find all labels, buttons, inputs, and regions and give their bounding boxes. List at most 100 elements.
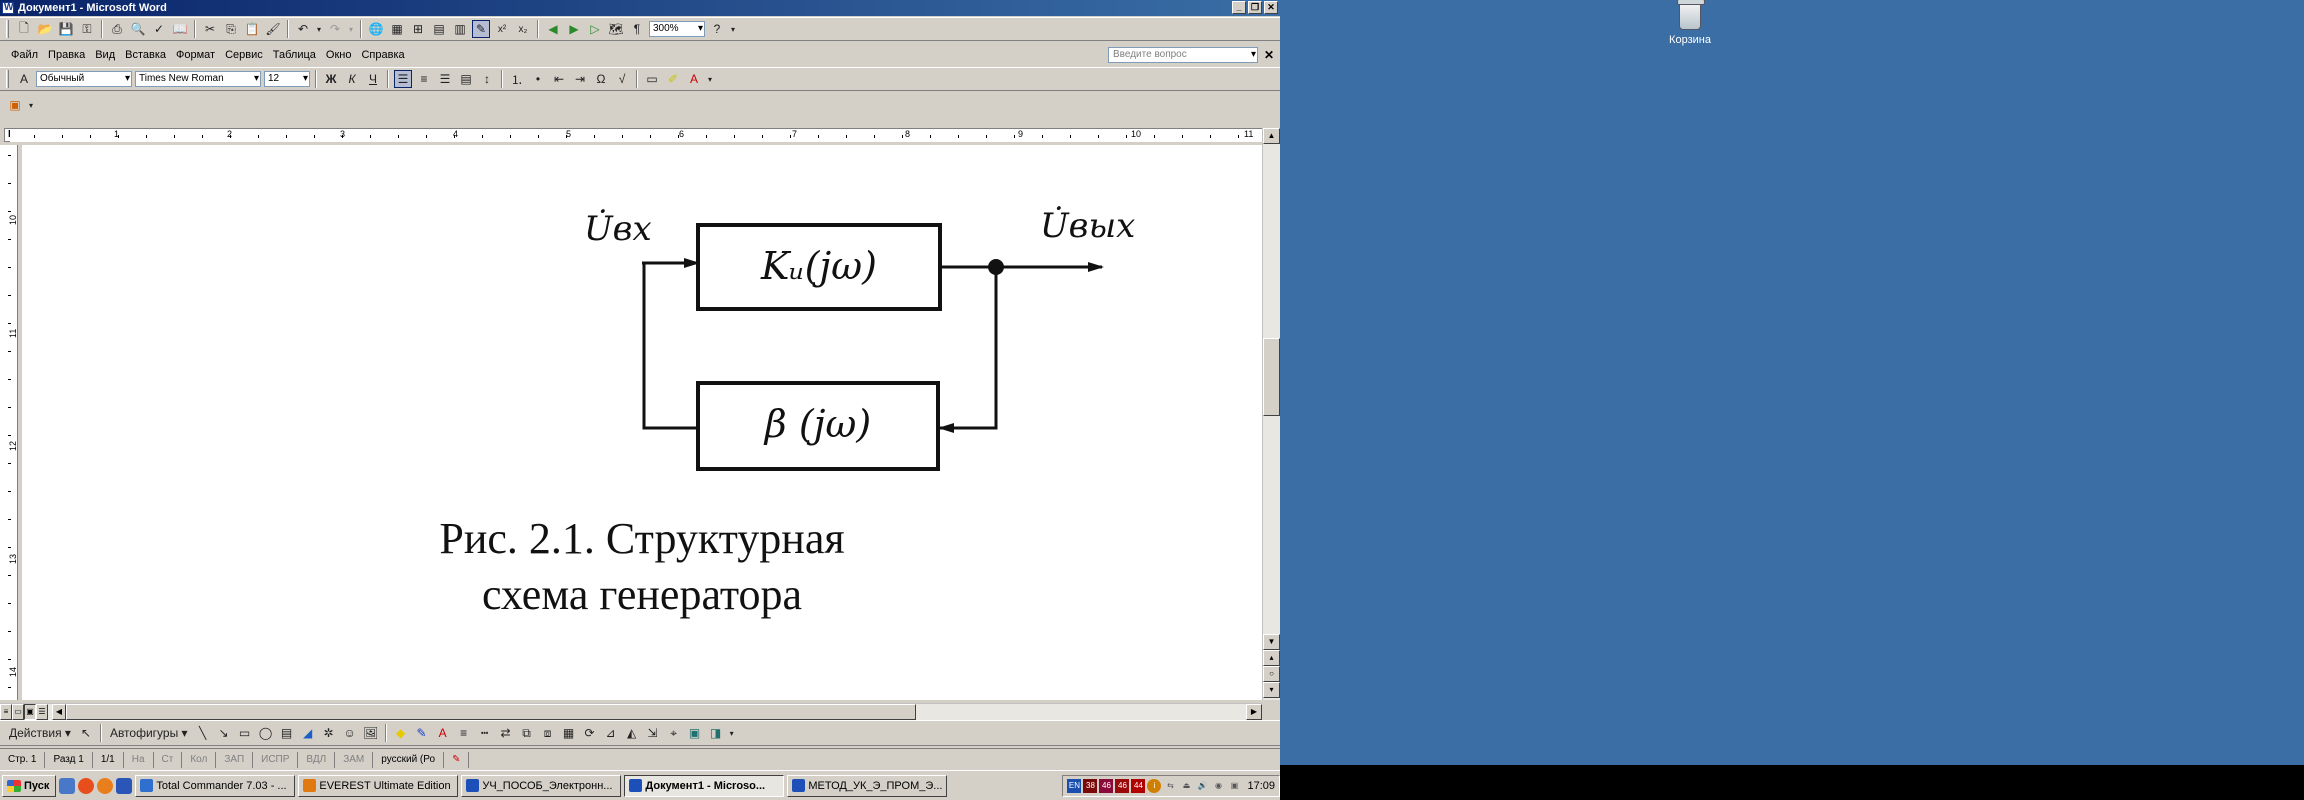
group-icon[interactable]: ⧉ xyxy=(518,724,536,742)
show-hide-icon[interactable]: ¶ xyxy=(628,20,646,38)
tray-app-icon[interactable]: ▣ xyxy=(1227,779,1241,793)
select-objects-icon[interactable]: ↖ xyxy=(77,724,95,742)
status-item[interactable]: Ст xyxy=(154,751,183,768)
mb-temp-indicator[interactable]: 46 xyxy=(1115,778,1130,793)
insert-excel-icon[interactable]: ▤ xyxy=(430,20,448,38)
clip-art-icon[interactable]: ☺ xyxy=(341,724,359,742)
forward-arrow-icon[interactable]: ▶ xyxy=(565,20,583,38)
undo-dropdown-icon[interactable]: ▾ xyxy=(315,20,323,38)
toolbar-options-icon[interactable]: ▾ xyxy=(706,70,714,88)
spelling-icon[interactable]: ✓ xyxy=(150,20,168,38)
everest-tray-icon[interactable]: i xyxy=(1147,778,1162,793)
free-rotate-icon[interactable]: ⟳ xyxy=(581,724,599,742)
equation-icon[interactable]: √ xyxy=(613,70,631,88)
previous-page-button[interactable]: ▴ xyxy=(1263,650,1280,666)
numbering-icon[interactable]: ⒈ xyxy=(508,70,526,88)
firefox-icon[interactable] xyxy=(97,777,114,794)
font-combo[interactable]: Times New Roman xyxy=(135,71,261,87)
status-item[interactable]: русский (Ро xyxy=(373,751,445,768)
menu-view[interactable]: Вид xyxy=(90,49,120,61)
status-item[interactable]: Разд 1 xyxy=(45,751,93,768)
scroll-down-button[interactable]: ▼ xyxy=(1263,634,1280,650)
shadow-icon[interactable]: ▣ xyxy=(686,724,704,742)
print-preview-icon[interactable]: 🔍 xyxy=(129,20,147,38)
status-item[interactable]: ВДЛ xyxy=(298,751,336,768)
draw-font-color-icon[interactable]: A xyxy=(434,724,452,742)
underline-button[interactable]: Ч xyxy=(364,70,382,88)
borders-icon[interactable]: ▭ xyxy=(643,70,661,88)
toolbar-options-icon[interactable]: ▾ xyxy=(27,96,35,114)
line-icon[interactable]: ╲ xyxy=(194,724,212,742)
new-document-icon[interactable]: 🗋 xyxy=(15,20,33,38)
taskbar-button[interactable]: Total Commander 7.03 - ... xyxy=(135,774,296,797)
spelling-status-icon[interactable]: ✎ xyxy=(444,751,470,768)
start-button[interactable]: Пуск xyxy=(2,774,57,797)
minimize-button[interactable]: _ xyxy=(1232,1,1246,14)
scroll-up-button[interactable]: ▲ xyxy=(1263,128,1280,144)
network-icon[interactable]: ⇆ xyxy=(1163,779,1177,793)
close-button[interactable]: ✕ xyxy=(1264,1,1278,14)
bold-button[interactable]: Ж xyxy=(322,70,340,88)
save-icon[interactable]: 💾 xyxy=(57,20,75,38)
fill-color-icon[interactable]: ◆ xyxy=(392,724,410,742)
menu-insert[interactable]: Вставка xyxy=(120,49,171,61)
calendar-icon[interactable]: ▣ xyxy=(6,96,24,114)
vertical-ruler[interactable]: 10 11 12 13 14 xyxy=(0,145,18,700)
status-item[interactable]: ЗАП xyxy=(216,751,254,768)
horizontal-ruler[interactable]: 123456789101112 xyxy=(10,128,1262,142)
ungroup-icon[interactable]: ⧈ xyxy=(539,724,557,742)
dash-style-icon[interactable]: ┅ xyxy=(476,724,494,742)
tables-borders-icon[interactable]: ▦ xyxy=(388,20,406,38)
picture-icon[interactable]: 🖼 xyxy=(362,724,380,742)
research-icon[interactable]: 📖 xyxy=(171,20,189,38)
font-color-icon[interactable]: A xyxy=(685,70,703,88)
outline-view-button[interactable]: ☰ xyxy=(36,704,48,720)
opera-icon[interactable] xyxy=(78,777,95,794)
horizontal-scrollbar[interactable]: ≡ ▭ ▣ ☰ ◀ ▶ xyxy=(0,703,1262,720)
increase-indent-icon[interactable]: ⇥ xyxy=(571,70,589,88)
copy-icon[interactable]: ⎘ xyxy=(222,20,240,38)
symbol-icon[interactable]: Ω xyxy=(592,70,610,88)
highlight-icon[interactable]: ✐ xyxy=(664,70,682,88)
language-indicator[interactable]: EN xyxy=(1067,778,1082,793)
align-left-icon[interactable]: ☰ xyxy=(394,70,412,88)
recycle-bin[interactable]: Корзина xyxy=(1660,0,1720,46)
word-app-icon[interactable] xyxy=(2,0,14,16)
toolbar-options-icon[interactable]: ▾ xyxy=(729,20,737,38)
print-layout-button[interactable]: ▣ xyxy=(24,704,36,720)
diagram-icon[interactable]: ✲ xyxy=(320,724,338,742)
italic-button[interactable]: К xyxy=(343,70,361,88)
flip-icon[interactable]: ◭ xyxy=(623,724,641,742)
menu-window[interactable]: Окно xyxy=(321,49,357,61)
hyperlink-icon[interactable]: 🌐 xyxy=(367,20,385,38)
title-bar[interactable]: Документ1 - Microsoft Word _ ❐ ✕ xyxy=(0,0,1280,16)
safely-remove-icon[interactable]: ⏏ xyxy=(1179,779,1193,793)
zoom-combo[interactable]: 300% xyxy=(649,21,705,37)
menu-help[interactable]: Справка xyxy=(356,49,409,61)
document-map-icon[interactable]: 🗺 xyxy=(607,20,625,38)
insert-table-icon[interactable]: ⊞ xyxy=(409,20,427,38)
web-view-button[interactable]: ▭ xyxy=(12,704,24,720)
redo-dropdown-icon[interactable]: ▾ xyxy=(347,20,355,38)
help-icon[interactable]: ? xyxy=(708,20,726,38)
decrease-indent-icon[interactable]: ⇤ xyxy=(550,70,568,88)
nudge-icon[interactable]: ⇲ xyxy=(644,724,662,742)
wordart-icon[interactable]: ◢ xyxy=(299,724,317,742)
vertical-scroll-thumb[interactable] xyxy=(1263,338,1280,416)
superscript-icon[interactable]: x² xyxy=(493,20,511,38)
permission-icon[interactable]: ⚿ xyxy=(78,20,96,38)
cut-icon[interactable]: ✂ xyxy=(201,20,219,38)
status-item[interactable]: Стр. 1 xyxy=(0,751,46,768)
toolbar-options-icon[interactable]: ▾ xyxy=(728,724,736,742)
line-color-icon[interactable]: ✎ xyxy=(413,724,431,742)
print-icon[interactable]: ⎙ xyxy=(108,20,126,38)
back-arrow-icon[interactable]: ◀ xyxy=(544,20,562,38)
show-desktop-icon[interactable] xyxy=(59,777,76,794)
rectangle-icon[interactable]: ▭ xyxy=(236,724,254,742)
toolbar-grip[interactable] xyxy=(6,70,9,88)
grid-icon[interactable]: ▦ xyxy=(560,724,578,742)
open-folder-icon[interactable]: 📂 xyxy=(36,20,54,38)
taskbar-button[interactable]: EVEREST Ultimate Edition xyxy=(298,774,459,797)
bullets-icon[interactable]: • xyxy=(529,70,547,88)
vertical-scrollbar[interactable]: ▲ ▼ ▴ ○ ▾ xyxy=(1262,128,1280,700)
